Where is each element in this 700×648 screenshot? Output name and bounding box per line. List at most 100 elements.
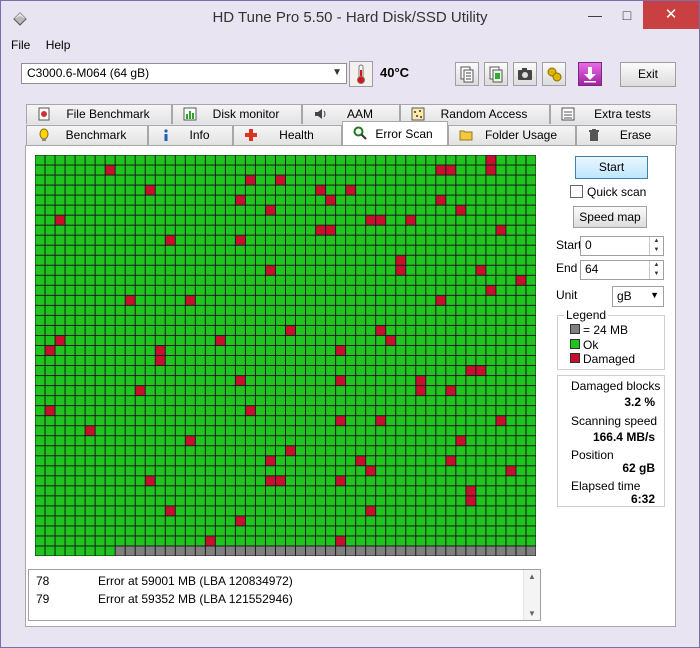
quick-scan-checkbox[interactable]: Quick scan	[570, 185, 646, 199]
unscanned-block	[376, 546, 386, 556]
ok-block	[386, 466, 396, 476]
copy-text-button[interactable]	[455, 62, 479, 86]
menu-file[interactable]: File	[11, 38, 30, 52]
ok-block	[526, 506, 536, 516]
tab-disk-monitor[interactable]: Disk monitor	[172, 104, 302, 124]
ok-block	[255, 366, 265, 376]
ok-block	[456, 506, 466, 516]
ok-block	[65, 255, 75, 265]
ok-block	[526, 486, 536, 496]
ok-block	[215, 225, 225, 235]
ok-block	[316, 275, 326, 285]
ok-block	[165, 265, 175, 275]
ok-block	[366, 486, 376, 496]
ok-block	[35, 436, 45, 446]
ok-block	[466, 165, 476, 175]
scroll-down-icon[interactable]: ▼	[528, 609, 536, 618]
ok-block	[75, 506, 85, 516]
ok-block	[165, 195, 175, 205]
ok-block	[245, 285, 255, 295]
ok-block	[65, 396, 75, 406]
ok-block	[426, 205, 436, 215]
tab-erase[interactable]: Erase	[576, 125, 677, 145]
ok-block	[426, 536, 436, 546]
checkbox-box[interactable]	[570, 185, 583, 198]
ok-block	[245, 215, 255, 225]
ok-block	[376, 476, 386, 486]
ok-block	[306, 335, 316, 345]
tab-folder-usage[interactable]: Folder Usage	[448, 125, 576, 145]
ok-block	[526, 476, 536, 486]
minimize-button[interactable]: —	[579, 1, 611, 29]
ok-block	[526, 265, 536, 275]
ok-block	[225, 446, 235, 456]
ok-block	[265, 335, 275, 345]
ok-block	[215, 496, 225, 506]
ok-block	[506, 486, 516, 496]
ok-block	[55, 496, 65, 506]
ok-block	[125, 265, 135, 275]
close-button[interactable]: ✕	[643, 1, 699, 29]
ok-block	[476, 486, 486, 496]
end-field[interactable]: 64 ▲ ▼	[580, 260, 664, 280]
exit-button[interactable]: Exit	[620, 62, 676, 87]
ok-block	[265, 466, 275, 476]
ok-block	[205, 235, 215, 245]
tab-file-benchmark[interactable]: File Benchmark	[26, 104, 172, 124]
ok-block	[366, 175, 376, 185]
ok-block	[155, 265, 165, 275]
ok-block	[346, 526, 356, 536]
ok-block	[45, 185, 55, 195]
start-button[interactable]: Start	[575, 156, 648, 179]
error-log[interactable]: 78 Error at 59001 MB (LBA 120834972) 79 Er…	[28, 569, 541, 621]
ok-block	[105, 335, 115, 345]
unscanned-block	[265, 546, 275, 556]
screenshot-button[interactable]	[513, 62, 537, 86]
scroll-up-icon[interactable]: ▲	[528, 572, 536, 581]
ok-block	[195, 245, 205, 255]
log-scrollbar[interactable]: ▲ ▼	[523, 570, 540, 620]
ok-block	[526, 315, 536, 325]
spin-arrows-icon[interactable]: ▲ ▼	[649, 261, 663, 279]
tab-info[interactable]: Info	[148, 125, 233, 145]
speed-map-button[interactable]: Speed map	[573, 206, 647, 228]
ok-block	[155, 416, 165, 426]
ok-block	[386, 426, 396, 436]
start-field[interactable]: 0 ▲ ▼	[580, 236, 664, 256]
options-button[interactable]	[542, 62, 566, 86]
damaged-block	[275, 175, 285, 185]
ok-block	[95, 446, 105, 456]
ok-block	[175, 155, 185, 165]
ok-block	[356, 265, 366, 275]
ok-block	[185, 235, 195, 245]
ok-block	[165, 285, 175, 295]
ok-block	[446, 516, 456, 526]
unit-select[interactable]: gB ▼	[612, 286, 664, 307]
ok-block	[105, 476, 115, 486]
ok-block	[316, 335, 326, 345]
ok-block	[416, 526, 426, 536]
ok-block	[506, 426, 516, 436]
ok-block	[85, 466, 95, 476]
download-button[interactable]	[578, 62, 602, 86]
ok-block	[326, 335, 336, 345]
ok-block	[265, 195, 275, 205]
copy-screenshot-button[interactable]	[484, 62, 508, 86]
ok-block	[35, 376, 45, 386]
tab-health[interactable]: Health	[233, 125, 342, 145]
tab-error-scan[interactable]: Error Scan	[342, 121, 448, 145]
tab-extra-tests[interactable]: Extra tests	[550, 104, 677, 124]
maximize-button[interactable]: □	[611, 1, 643, 29]
ok-block	[75, 476, 85, 486]
ok-block	[386, 446, 396, 456]
ok-block	[316, 205, 326, 215]
menu-help[interactable]: Help	[46, 38, 71, 52]
unscanned-block	[326, 546, 336, 556]
tab-benchmark[interactable]: Benchmark	[26, 125, 148, 145]
ok-block	[35, 536, 45, 546]
ok-block	[396, 366, 406, 376]
ok-block	[296, 516, 306, 526]
drive-select[interactable]: C3000.6-M064 (64 gB) ▼	[21, 63, 347, 84]
spin-arrows-icon[interactable]: ▲ ▼	[649, 237, 663, 255]
ok-block	[466, 295, 476, 305]
